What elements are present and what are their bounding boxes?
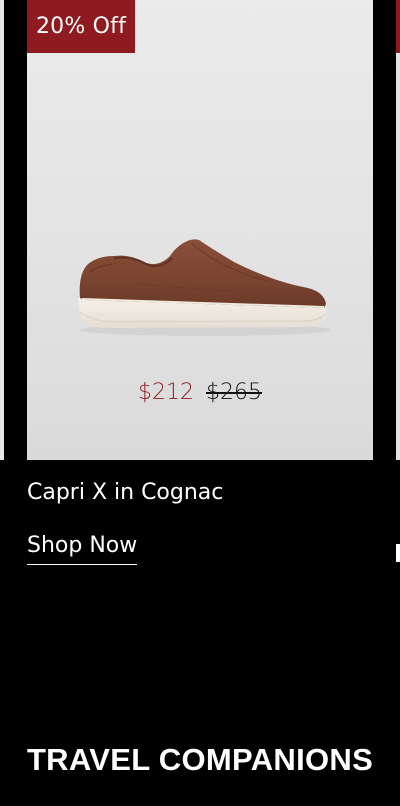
- next-card-badge-peek: [396, 0, 400, 53]
- product-name[interactable]: Capri X in Cognac: [27, 480, 223, 505]
- original-price: $265: [206, 380, 262, 405]
- price-row: $212 $265: [27, 380, 373, 405]
- product-image-area[interactable]: 20% Off $212 $265: [27, 0, 373, 460]
- previous-card-peek[interactable]: [0, 0, 4, 460]
- next-card-link-peek[interactable]: [396, 540, 400, 567]
- sale-price: $212: [138, 380, 194, 405]
- product-card[interactable]: 20% Off $212 $265 Capri X in Cognac Shop…: [27, 0, 373, 565]
- sneaker-icon: [78, 239, 330, 336]
- shop-now-link[interactable]: Shop Now: [27, 533, 138, 565]
- section-heading: TRAVEL COMPANIONS: [26, 741, 374, 777]
- product-carousel[interactable]: 20% Off $212 $265 Capri X in Cognac Shop…: [0, 0, 400, 600]
- next-card-peek[interactable]: [396, 0, 400, 460]
- discount-badge: 20% Off: [27, 0, 135, 53]
